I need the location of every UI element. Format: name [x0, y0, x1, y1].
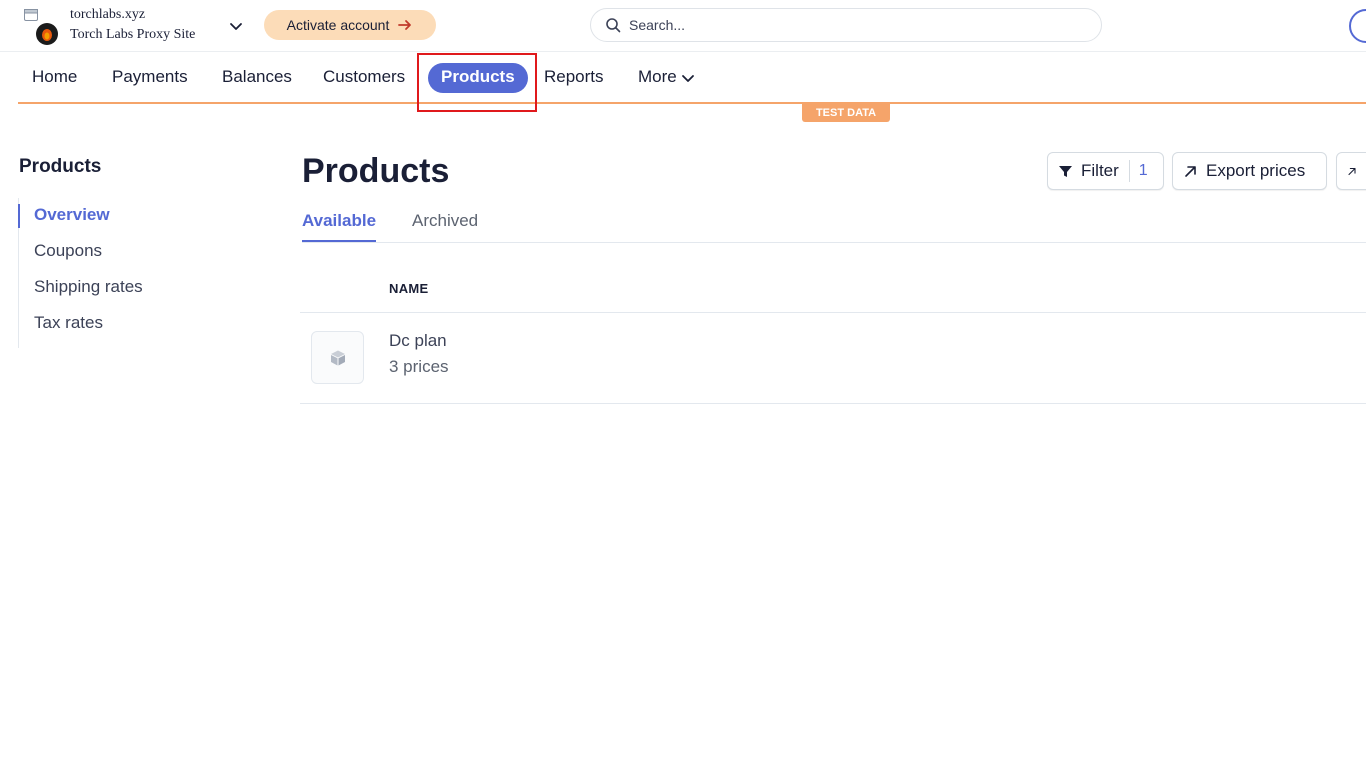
column-header-name[interactable]: NAME: [389, 281, 428, 296]
search-bar[interactable]: [590, 8, 1102, 42]
filter-count-badge: 1: [1128, 160, 1148, 182]
nav-balances[interactable]: Balances: [222, 67, 292, 87]
product-price-count: 3 prices: [389, 357, 449, 376]
filter-icon: [1059, 165, 1072, 177]
sidebar-title: Products: [19, 156, 102, 177]
chevron-down-icon[interactable]: [228, 18, 244, 34]
nav-customers[interactable]: Customers: [323, 67, 405, 87]
sidebar-item-coupons[interactable]: Coupons: [34, 241, 102, 261]
sidebar-item-shipping-rates[interactable]: Shipping rates: [34, 277, 143, 297]
product-name: Dc plan: [389, 331, 447, 350]
help-button[interactable]: [1349, 9, 1366, 43]
account-domain[interactable]: torchlabs.xyz: [70, 7, 145, 23]
arrow-right-icon: [398, 20, 412, 30]
filter-label: Filter: [1081, 161, 1119, 180]
chevron-down-icon: [681, 74, 694, 82]
sidebar-item-overview[interactable]: Overview: [34, 205, 110, 225]
main-nav: Home Payments Balances Customers Product…: [18, 53, 1366, 104]
nav-more[interactable]: More: [638, 67, 695, 87]
product-tabs: Available Archived: [302, 206, 1366, 243]
filter-button[interactable]: Filter 1: [1047, 152, 1164, 190]
account-name[interactable]: Torch Labs Proxy Site: [70, 27, 195, 43]
account-switcher[interactable]: [22, 9, 62, 47]
sidebar-nav: Overview Coupons Shipping rates Tax rate…: [18, 198, 258, 348]
search-input[interactable]: [629, 17, 1049, 33]
page-title: Products: [302, 152, 450, 190]
top-bar: torchlabs.xyz Torch Labs Proxy Site Acti…: [0, 0, 1366, 52]
table-divider: [300, 403, 1366, 404]
account-logo-icon: [36, 23, 58, 45]
nav-reports[interactable]: Reports: [544, 67, 604, 87]
product-thumbnail: [311, 331, 364, 384]
store-icon: [24, 9, 38, 21]
nav-home[interactable]: Home: [32, 67, 77, 87]
export-button[interactable]: [1336, 152, 1366, 190]
search-icon: [606, 18, 621, 33]
export-prices-button[interactable]: Export prices: [1172, 152, 1327, 190]
arrow-up-right-icon: [1185, 165, 1196, 177]
nav-more-label: More: [638, 67, 677, 86]
activate-account-button[interactable]: Activate account: [264, 10, 436, 40]
box-icon: [330, 350, 345, 365]
table-row[interactable]: Dc plan 3 prices: [300, 313, 1366, 403]
tab-archived[interactable]: Archived: [412, 211, 478, 240]
nav-products[interactable]: Products: [428, 63, 528, 93]
tab-available[interactable]: Available: [302, 211, 377, 242]
sidebar-active-indicator: [18, 204, 20, 228]
activate-account-label: Activate account: [286, 17, 390, 33]
sidebar-item-tax-rates[interactable]: Tax rates: [34, 313, 103, 333]
arrow-up-right-icon: [1348, 167, 1356, 175]
test-data-badge: TEST DATA: [802, 104, 890, 122]
nav-payments[interactable]: Payments: [112, 67, 188, 87]
export-prices-label: Export prices: [1206, 161, 1306, 180]
